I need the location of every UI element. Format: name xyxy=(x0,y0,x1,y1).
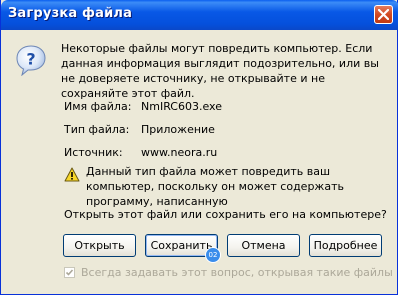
question-icon: ? xyxy=(16,45,46,76)
more-info-button[interactable]: Подробнее xyxy=(309,234,382,257)
close-button[interactable] xyxy=(374,5,393,24)
file-type-label: Тип файла: xyxy=(64,123,130,136)
open-or-save-question: Открыть этот файл или сохранить его на к… xyxy=(64,208,387,221)
open-button[interactable]: Открыть xyxy=(63,234,136,257)
always-ask-checkbox[interactable] xyxy=(64,267,75,278)
always-ask-label: Всегда задавать этот вопрос, открывая та… xyxy=(81,266,393,279)
window-title: Загрузка файла xyxy=(8,6,133,21)
file-source-label: Источник: xyxy=(64,146,123,159)
title-bar[interactable]: Загрузка файла xyxy=(1,0,398,30)
warning-icon xyxy=(64,167,80,182)
file-name-value: NmIRC603.exe xyxy=(141,100,222,113)
svg-text:?: ? xyxy=(26,50,35,69)
checkmark-icon xyxy=(65,269,74,276)
cursor-marker: 02 xyxy=(205,247,221,263)
file-source-value: www.neora.ru xyxy=(141,146,218,159)
file-type-value: Приложение xyxy=(141,123,215,136)
warning-message: Некоторые файлы могут повредить компьюте… xyxy=(61,42,379,100)
file-name-label: Имя файла: xyxy=(64,100,132,113)
cancel-button[interactable]: Отмена xyxy=(227,234,300,257)
download-dialog: Загрузка файла ? Некоторые файлы могут п… xyxy=(0,0,398,295)
file-type-warning: Данный тип файла может повредить ваш ком… xyxy=(86,165,344,208)
close-icon xyxy=(378,9,389,20)
